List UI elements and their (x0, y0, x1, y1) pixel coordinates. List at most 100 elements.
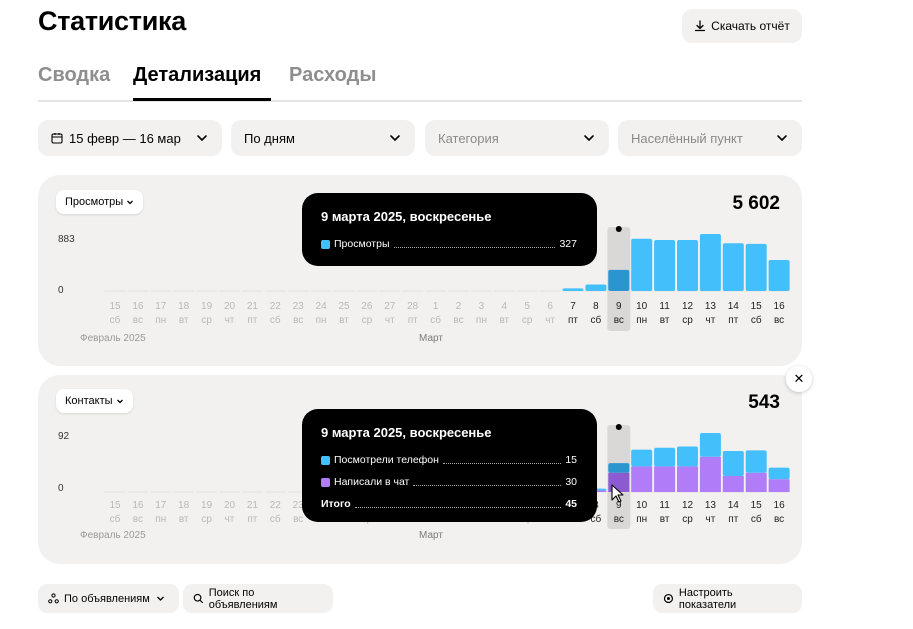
x-tick-weekday: пт (408, 315, 418, 326)
x-tick-day: 14 (728, 500, 740, 511)
close-button[interactable]: ✕ (786, 366, 812, 392)
x-tick-day: 11 (659, 500, 670, 511)
x-tick-weekday: чт (385, 315, 395, 326)
mouse-cursor-icon (611, 484, 624, 503)
x-tick-weekday: пн (155, 315, 166, 326)
x-tick-weekday: пт (247, 514, 257, 525)
x-tick-weekday: пт (247, 315, 257, 326)
contacts-tooltip: 9 марта 2025, воскресенье Посмотрели тел… (302, 409, 597, 522)
x-tick-weekday: сб (751, 513, 762, 525)
x-tick-weekday: вт (660, 315, 670, 326)
x-tick-weekday: вс (293, 514, 303, 525)
tab-details[interactable]: Детализация (133, 64, 261, 87)
period-select[interactable]: 15 февр — 16 мар (38, 120, 222, 156)
x-tick-weekday: ср (522, 315, 533, 326)
tab-bar: Сводка Детализация Расходы (38, 60, 802, 102)
x-tick-weekday: ср (682, 514, 693, 525)
x-tick-weekday: ср (201, 315, 212, 326)
x-tick-day: 18 (178, 500, 190, 511)
bar (608, 463, 630, 473)
x-tick-weekday: вс (774, 315, 784, 326)
bar (745, 450, 767, 473)
x-tick-weekday: пн (476, 315, 487, 326)
x-tick-day: 16 (774, 301, 786, 312)
dotted-leader (354, 506, 562, 508)
close-icon: ✕ (793, 371, 805, 386)
bar (699, 234, 721, 291)
chevron-down-icon (156, 596, 164, 601)
bar (608, 269, 630, 291)
x-tick-day: 21 (247, 500, 259, 511)
bar (699, 456, 721, 492)
x-tick-day: 4 (502, 301, 508, 312)
x-tick-weekday: ср (362, 315, 373, 326)
download-icon (695, 20, 706, 32)
download-report-button[interactable]: Скачать отчёт (682, 9, 802, 43)
x-tick-weekday: пн (155, 514, 166, 525)
tooltip-row-value: 45 (565, 498, 577, 510)
x-tick-weekday: пт (728, 514, 738, 525)
x-tick-weekday: вт (660, 514, 670, 525)
tooltip-title: 9 марта 2025, воскресенье (321, 209, 492, 224)
legend-swatch (321, 239, 330, 249)
x-tick-weekday: вт (339, 315, 349, 326)
bar (631, 238, 653, 291)
x-tick-weekday: сб (270, 513, 281, 525)
x-tick-day: 10 (636, 301, 648, 312)
tooltip-title: 9 марта 2025, воскресенье (321, 425, 492, 440)
tooltip-row-value: 15 (565, 454, 577, 466)
chevron-down-icon (390, 135, 400, 142)
x-tick-weekday: пт (568, 315, 578, 326)
x-tick-day: 13 (705, 500, 717, 511)
x-tick-day: 15 (751, 301, 763, 312)
dotted-leader (413, 484, 562, 486)
x-tick-day: 22 (270, 500, 282, 511)
grouping-value: По дням (244, 130, 295, 146)
month-label-mar: Март (419, 333, 443, 344)
tooltip-row-label: Просмотры (334, 238, 390, 250)
tab-expenses[interactable]: Расходы (289, 64, 376, 87)
configure-metrics-button[interactable]: Настроить показатели (653, 584, 802, 613)
bar (677, 240, 698, 291)
bar (699, 433, 721, 457)
city-placeholder: Населённый пункт (631, 130, 743, 146)
tooltip-row-label: Посмотрели телефон (334, 454, 439, 466)
bar (745, 472, 767, 492)
x-tick-weekday: сб (591, 314, 602, 326)
group-by-ads-select[interactable]: По объявлениям (38, 584, 179, 613)
x-tick-day: 27 (384, 301, 396, 312)
bar (722, 450, 744, 476)
x-tick-day: 11 (659, 301, 670, 312)
x-tick-day: 9 (616, 301, 622, 312)
bar (745, 243, 767, 291)
x-tick-weekday: чт (706, 514, 716, 525)
category-select[interactable]: Категория (425, 120, 609, 156)
x-tick-day: 14 (728, 301, 740, 312)
x-tick-weekday: чт (545, 315, 555, 326)
x-tick-day: 5 (524, 301, 530, 312)
search-icon (193, 593, 204, 604)
bar (768, 479, 790, 492)
bar (677, 446, 698, 467)
city-select[interactable]: Населённый пункт (618, 120, 802, 156)
chevron-down-icon (584, 135, 594, 142)
tab-summary[interactable]: Сводка (38, 64, 110, 87)
grouping-select[interactable]: По дням (231, 120, 415, 156)
views-tooltip: 9 марта 2025, воскресенье Просмотры 327 (302, 193, 597, 266)
tooltip-row-total: Итого 45 (321, 493, 577, 515)
x-tick-day: 8 (593, 301, 599, 312)
x-tick-weekday: вт (179, 514, 189, 525)
bar (768, 467, 790, 480)
month-label-feb: Февраль 2025 (80, 333, 146, 344)
x-tick-weekday: сб (110, 314, 121, 326)
bar (562, 288, 584, 291)
x-tick-day: 23 (293, 301, 305, 312)
bar (585, 284, 607, 291)
x-tick-weekday: вс (453, 315, 463, 326)
x-tick-day: 16 (132, 500, 144, 511)
x-tick-day: 17 (155, 301, 167, 312)
dotted-leader (442, 462, 562, 464)
dotted-leader (393, 246, 556, 248)
x-tick-day: 6 (547, 301, 553, 312)
search-ads-input[interactable]: Поиск по объявлениям (183, 584, 333, 613)
